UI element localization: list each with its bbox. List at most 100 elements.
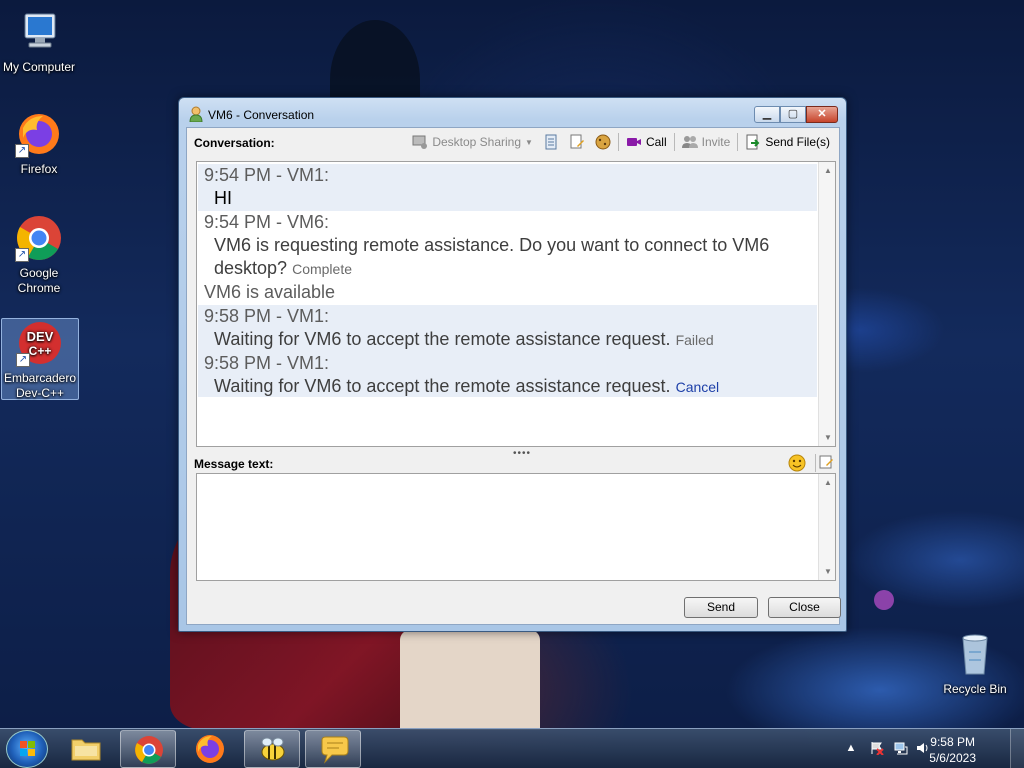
svg-text:DEV: DEV (27, 329, 54, 344)
message-item: 9:54 PM - VM1: HI (198, 164, 817, 211)
taskbar-explorer[interactable] (58, 730, 114, 768)
shortcut-arrow-icon: ↗ (15, 248, 29, 262)
format-button[interactable] (815, 454, 833, 472)
desktop-icon-label: Firefox (20, 162, 58, 176)
window-titlebar[interactable]: VM6 - Conversation ▁ ▢ ✕ (179, 98, 846, 130)
desktop-icon-label: Google Chrome (17, 266, 61, 295)
taskbar: ▲ 9:58 PM 5/6/2023 (0, 728, 1024, 768)
scroll-up-icon[interactable]: ▲ (824, 478, 832, 487)
message-text: HI (214, 188, 232, 208)
message-header: 9:54 PM - VM1: (204, 165, 330, 185)
desktop-icon-firefox[interactable]: ↗ Firefox (0, 110, 78, 177)
system-clock[interactable]: 9:58 PM 5/6/2023 (929, 734, 976, 766)
cancel-request-link[interactable]: Cancel (676, 379, 720, 395)
desktop-sharing-icon (412, 134, 428, 150)
conversation-history[interactable]: 9:54 PM - VM1: HI 9:54 PM - VM6: VM6 is … (196, 161, 836, 447)
taskbar-conversation[interactable] (305, 730, 361, 768)
invite-label: Invite (701, 135, 731, 149)
message-header: 9:58 PM - VM1: (204, 353, 330, 373)
toolbar-separator (673, 133, 675, 151)
chrome-icon (135, 736, 163, 764)
minimize-button[interactable]: ▁ (754, 106, 780, 123)
document-edit-icon (569, 134, 585, 150)
chevron-down-icon: ▼ (525, 137, 533, 147)
start-button[interactable] (6, 730, 48, 768)
firefox-icon: ↗ (15, 110, 63, 158)
message-text-label: Message text: (194, 457, 274, 471)
user-icon (189, 106, 203, 123)
emoticon-button[interactable] (788, 454, 806, 472)
send-files-label: Send File(s) (765, 135, 830, 149)
send-file-icon (745, 134, 761, 150)
availability-text: VM6 is available (204, 282, 336, 302)
wallpaper-figure-detail (400, 630, 540, 730)
message-text: Waiting for VM6 to accept the remote ass… (214, 376, 671, 396)
conversation-toolbar: Conversation: Desktop Sharing ▼ Call Inv… (187, 128, 839, 156)
show-hidden-icons-button[interactable]: ▲ (844, 741, 858, 755)
scroll-down-icon[interactable]: ▼ (824, 433, 832, 442)
desktop-icon-recycle-bin[interactable]: Recycle Bin (936, 630, 1014, 697)
show-desktop-button[interactable] (1010, 729, 1024, 768)
desktop-sharing-button[interactable]: Desktop Sharing ▼ (407, 132, 538, 152)
volume-icon[interactable] (916, 741, 930, 755)
message-text: desktop? (214, 258, 288, 278)
message-text: VM6 is requesting remote assistance. Do … (214, 235, 770, 255)
bee-icon (261, 737, 285, 761)
maximize-button[interactable]: ▢ (780, 106, 806, 123)
desktop-icon-devcpp[interactable]: DEV C++ ↗ Embarcadero Dev-C++ (1, 318, 79, 400)
message-text: Waiting for VM6 to accept the remote ass… (214, 329, 671, 349)
recycle-bin-icon (951, 630, 999, 678)
send-files-button[interactable]: Send File(s) (740, 132, 835, 152)
scroll-up-icon[interactable]: ▲ (824, 166, 832, 175)
folder-icon (71, 739, 101, 761)
call-button[interactable]: Call (621, 132, 672, 152)
notes-button[interactable] (538, 132, 564, 152)
splitter-grip[interactable]: •••• (513, 448, 531, 459)
status-line: VM6 is available (198, 281, 817, 305)
call-label: Call (645, 135, 667, 149)
desktop-icon-label: My Computer (2, 60, 76, 74)
message-item: 9:58 PM - VM1: Waiting for VM6 to accept… (198, 305, 817, 397)
text-format-icon (819, 455, 833, 469)
conversation-scrollbar[interactable]: ▲ ▼ (818, 162, 835, 446)
whiteboard-button[interactable] (564, 132, 590, 152)
taskbar-messenger[interactable] (244, 730, 300, 768)
window-title: VM6 - Conversation (208, 108, 315, 122)
computer-icon (15, 8, 63, 56)
taskbar-firefox[interactable] (182, 730, 238, 768)
message-input-value (197, 474, 835, 482)
taskbar-chrome[interactable] (120, 730, 176, 768)
wallpaper-light (874, 590, 894, 610)
scroll-down-icon[interactable]: ▼ (824, 567, 832, 576)
toolbar-separator (617, 133, 619, 151)
devcpp-icon: DEV C++ ↗ (16, 319, 64, 367)
message-header: 9:58 PM - VM1: (204, 306, 330, 326)
clock-date: 5/6/2023 (929, 751, 976, 765)
close-button[interactable]: Close (768, 597, 841, 618)
games-button[interactable] (590, 132, 616, 152)
close-window-button[interactable]: ✕ (806, 106, 838, 123)
desktop-icon-label: Recycle Bin (943, 682, 1007, 696)
status-label-failed: Failed (675, 332, 714, 348)
message-scrollbar[interactable]: ▲ ▼ (818, 474, 835, 580)
shortcut-arrow-icon: ↗ (16, 353, 30, 367)
conversation-window[interactable]: VM6 - Conversation ▁ ▢ ✕ Conversation: D… (178, 97, 847, 632)
message-header: 9:54 PM - VM6: (204, 212, 330, 232)
clock-time: 9:58 PM (930, 735, 975, 749)
network-icon[interactable] (894, 741, 908, 755)
status-label-complete: Complete (292, 261, 352, 277)
notebook-icon (543, 134, 559, 150)
windows-logo-icon (20, 741, 35, 756)
smiley-icon (788, 454, 806, 472)
desktop-icon-chrome[interactable]: ↗ Google Chrome (0, 214, 78, 296)
firefox-icon (196, 735, 224, 763)
message-input[interactable]: ▲ ▼ (196, 473, 836, 581)
message-item: 9:54 PM - VM6: VM6 is requesting remote … (198, 211, 817, 281)
action-center-flag-icon[interactable] (870, 741, 884, 756)
svg-text:C++: C++ (29, 344, 52, 358)
conversation-label: Conversation: (194, 136, 275, 150)
desktop-icon-my-computer[interactable]: My Computer (0, 8, 78, 75)
send-button[interactable]: Send (684, 597, 758, 618)
chat-bubble-icon (321, 736, 349, 764)
invite-button[interactable]: Invite (677, 132, 736, 152)
